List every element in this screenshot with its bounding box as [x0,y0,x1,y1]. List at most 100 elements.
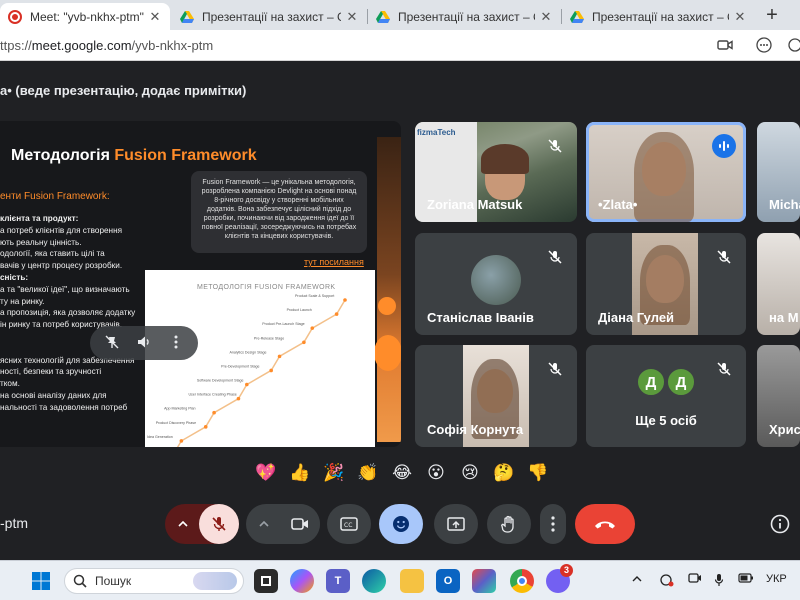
taskbar-search[interactable]: Пошук [64,568,244,594]
pin-off-icon[interactable] [102,335,122,352]
new-tab-button[interactable]: + [760,4,784,28]
task-view-icon[interactable] [254,569,278,593]
mic-muted-icon [712,245,736,269]
meeting-info-button[interactable] [766,510,794,538]
participant-tile-zoriana[interactable]: fizmaTech Zoriana Matsuk [415,122,577,222]
close-tab-icon[interactable]: ✕ [148,9,162,25]
slide-decoration-bar [377,137,401,442]
slide-body-line: а пропозиція, яка дозволяє додатку [0,308,136,318]
participant-name: на М [769,310,799,325]
participant-tile-zlata[interactable]: •Zlata• [586,122,746,222]
hang-up-icon [595,521,615,529]
chevron-up-icon [178,521,188,527]
microphone-in-use-icon[interactable] [714,573,724,590]
participant-name: Софія Корнута [427,422,524,437]
diagram-stage-label: Analytics Design Stage [230,350,267,354]
participant-tile-stanislav[interactable]: Станіслав Іванів [415,233,577,335]
more-options-icon[interactable] [755,36,773,54]
camera-button[interactable] [280,504,320,544]
close-tab-icon[interactable]: ✕ [733,9,747,25]
edge-icon[interactable] [362,569,386,593]
copilot-icon[interactable] [290,569,314,593]
search-icon [73,574,87,588]
chrome-icon[interactable] [510,569,534,593]
diagram-stage-label: App Marketing Plan [164,407,195,411]
participant-tile-more[interactable]: Д Д Ще 5 осіб [586,345,746,447]
emoji-icon [393,516,409,532]
tab-presentations-2[interactable]: Презентації на захист – Google ✕ [368,3,561,30]
more-options-button[interactable] [540,504,566,544]
avatar: Д [636,367,666,397]
participant-tile-khryst[interactable]: Христ [757,345,800,447]
slide-body-text: клієнта та продукт: а потреб клієнтів для… [0,213,155,414]
participant-tile-micha[interactable]: Micha [757,122,800,222]
present-icon [447,517,465,531]
participant-tile-diana[interactable]: Діана Гулей [586,233,746,335]
participant-tile-sofia[interactable]: Софія Корнута [415,345,577,447]
slide-body-line: клієнта та продукт: [0,214,79,223]
reaction-thumbs-up[interactable]: 👍 [286,463,314,483]
reaction-thinking[interactable]: 🤔 [490,463,518,483]
reaction-heart[interactable]: 💖 [252,463,280,483]
tab-meet[interactable]: Meet: "yvb-nkhx-ptm" ✕ [0,3,170,30]
tab-presentations-1[interactable]: Презентації на захист – Google ✕ [172,3,367,30]
slide-decoration-dot [374,335,401,371]
teams-icon[interactable]: T [326,569,350,593]
viber-icon[interactable]: 3 [546,564,573,593]
captions-button[interactable]: CC [327,504,371,544]
tab-title: Презентації на захист – Google [592,9,729,24]
slide-body-line: а потреб клієнтів для створення [0,225,123,235]
close-tab-icon[interactable]: ✕ [345,9,359,25]
windows-start-button[interactable] [31,571,51,591]
slide-body-line: ту на ринку. [0,296,45,306]
mic-muted-icon [543,245,567,269]
reaction-surprised[interactable]: 😮 [422,463,450,483]
mic-button[interactable] [199,504,239,544]
file-explorer-icon[interactable] [400,569,424,593]
mic-options-button[interactable] [165,504,201,544]
url-text[interactable]: ttps://meet.google.com/yvb-nkhx-ptm [0,38,213,53]
raise-hand-button[interactable] [487,504,531,544]
participant-name: •Zlata• [598,197,638,212]
outlook-icon[interactable]: O [436,569,460,593]
diagram-stage-dot [179,439,184,443]
slide-link[interactable]: тут посилання [304,257,364,267]
battery-icon[interactable] [738,573,754,586]
reactions-bar: 💖 👍 🎉 👏 😂 😮 😢 🤔 👎 [252,457,552,489]
reaction-thumbs-down[interactable]: 👎 [524,463,552,483]
info-icon [770,514,790,534]
camera-in-use-icon[interactable] [688,573,702,586]
camera-permission-icon[interactable] [716,36,734,54]
present-screen-button[interactable] [434,504,478,544]
language-indicator[interactable]: УКР [766,573,787,585]
tab-presentations-3[interactable]: Презентації на захист – Google ✕ [562,3,755,30]
diagram-stage-label: Product Discovery Phase [156,421,196,425]
diagram-stage-dot [203,425,208,429]
diagram-stage-dot [212,410,216,415]
reaction-party[interactable]: 🎉 [320,463,348,483]
participant-hair [481,144,529,174]
leave-call-button[interactable] [575,504,635,544]
avatar: Д [666,367,696,397]
volume-icon[interactable] [134,335,154,352]
chevron-up-icon [259,521,269,527]
microsoft-365-icon[interactable] [472,569,496,593]
mic-muted-icon [543,357,567,381]
more-vert-icon[interactable] [166,335,186,352]
slide-body-line: тком. [0,379,20,389]
address-bar[interactable]: ttps://meet.google.com/yvb-nkhx-ptm [0,30,800,61]
hand-icon [501,515,514,533]
camera-options-button[interactable] [246,504,282,544]
show-hidden-icons[interactable] [632,573,642,585]
close-tab-icon[interactable]: ✕ [539,9,553,25]
do-not-disturb-icon[interactable] [660,573,674,590]
slide-body-line: ності, безпеки та зручності [0,367,102,377]
shared-presentation[interactable]: Методологія Fusion Framework енти Fusion… [0,121,401,447]
extensions-icon[interactable] [786,36,800,54]
participant-tile-anna[interactable]: на М [757,233,800,335]
emoji-reactions-button[interactable] [379,504,423,544]
reaction-sad[interactable]: 😢 [456,463,484,483]
more-vert-icon [551,516,555,532]
reaction-clap[interactable]: 👏 [354,463,382,483]
reaction-laugh[interactable]: 😂 [388,463,416,483]
